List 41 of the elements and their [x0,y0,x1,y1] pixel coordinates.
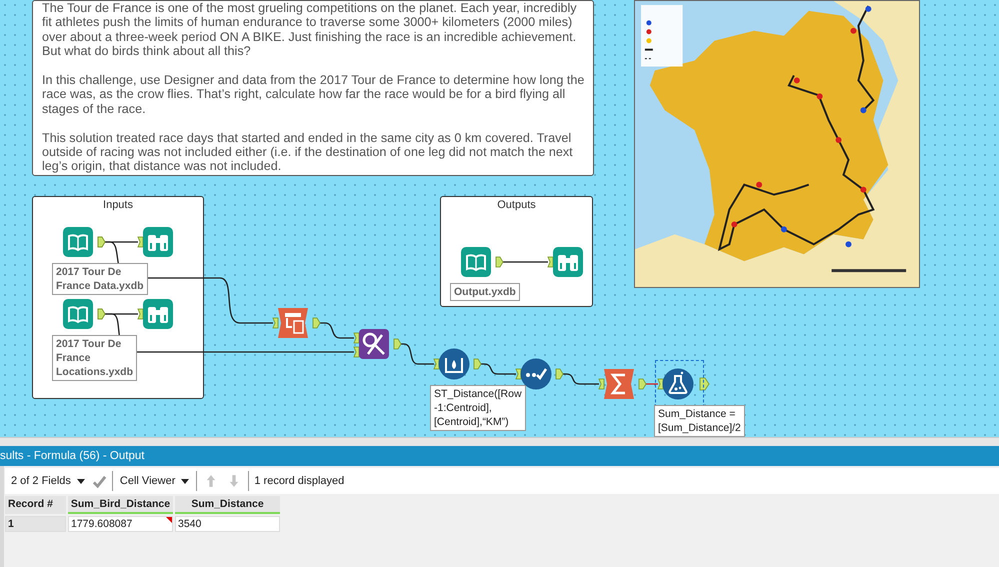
column-header[interactable]: Record # [5,496,66,514]
checkmark-icon[interactable] [92,474,107,488]
book-icon[interactable] [460,246,492,278]
tool-annotation: Output.yxdb [450,283,520,301]
container-title: Inputs [103,199,133,212]
binoculars-icon[interactable] [142,226,174,258]
results-title: sults - Formula (56) - Output [0,450,144,462]
table-cell: 1 [5,516,66,532]
table-cell: 3540 [175,516,280,532]
anchor-icon[interactable] [700,378,710,390]
tool-annotation: 2017 Tour De France Locations.yxdb [52,335,138,381]
table-arrow-icon[interactable] [277,307,309,339]
connector-line [474,358,522,380]
sigma-icon[interactable] [603,368,635,400]
tool-annotation: ST_Distance([Row -1:Centroid], [Centroid],“KM”) [430,385,526,431]
binoculars-icon[interactable] [142,298,174,330]
comment-text: This solution treated race days that started and ended in the same city as 0 km covered. Travel outside of racing was not included either (i.e. if the destination of one leg did not match the next leg’s origin, that distance was not included. [42,130,574,174]
viewer-dropdown[interactable]: Cell Viewer [118,475,192,487]
container-title: Outputs [497,199,536,212]
connector-line [638,378,664,390]
tool-annotation: 2017 Tour De France Data.yxdb [52,263,148,295]
comment-text: In this challenge, use Designer and data from the 2017 Tour de France to determine how long the race was, as the crow flies. That’s right, calculate how far the race would be for a bird flying all stages of the race. [42,73,585,116]
column-header[interactable]: Sum_Distance [175,496,280,514]
caret-icon [181,478,190,484]
connector-line [496,256,554,268]
fields-dropdown[interactable]: 2 of 2 Fields [9,475,87,487]
binoculars-icon[interactable] [552,246,584,278]
book-icon[interactable] [62,298,94,330]
caret-icon [76,478,85,484]
connector-line [394,338,440,370]
comment-text: The Tour de France is one of the most grueling competitions on the planet. Each year, incredibly fit athletes push the limits of human endurance to traverse some 3000+ kilometers (2000 miles) over about a three-week period ON A BIKE. Just finishing the race is an incredible achievement. But what do birds think about all this? [42,1,578,59]
record-count: 1 record displayed [254,475,344,487]
table-cell: 1779.608087 [68,516,173,532]
flask-icon[interactable] [662,368,694,400]
connector-line [556,368,604,390]
column-header[interactable]: Sum_Bird_Distance [68,496,173,514]
magnifier-pencil-icon[interactable] [358,328,390,360]
tool-annotation: Sum_Distance = [Sum_Distance]/2 [654,405,745,437]
water-drop-icon[interactable] [438,348,470,380]
checkmark-circle-icon[interactable] [520,358,552,390]
book-icon[interactable] [62,226,94,258]
